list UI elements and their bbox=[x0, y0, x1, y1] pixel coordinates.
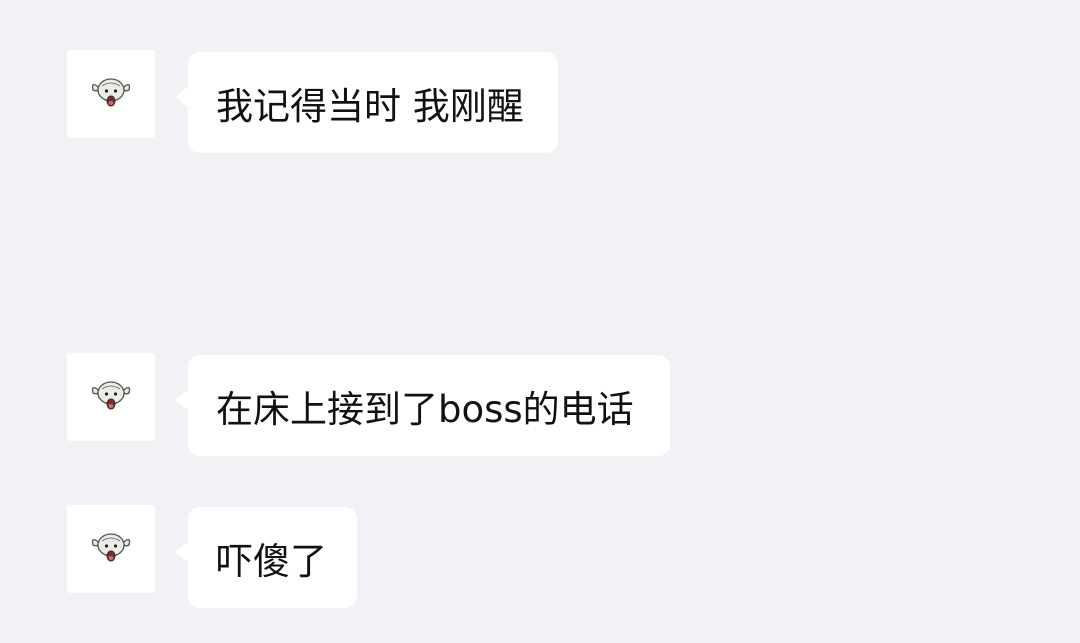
message-bubble[interactable]: 在床上接到了boss的电话 bbox=[175, 355, 670, 456]
chat-messages-area: 我记得当时 我刚醒 在床上接到了boss的电话 吓傻了 bbox=[0, 0, 1080, 643]
message-bubble[interactable]: 吓傻了 bbox=[175, 507, 357, 608]
sheep-avatar-icon bbox=[91, 78, 131, 107]
sheep-avatar-icon bbox=[91, 381, 131, 410]
sheep-avatar-icon bbox=[91, 533, 131, 562]
avatar[interactable] bbox=[67, 353, 155, 441]
avatar[interactable] bbox=[67, 505, 155, 593]
message-bubble[interactable]: 我记得当时 我刚醒 bbox=[175, 52, 558, 153]
avatar[interactable] bbox=[67, 50, 155, 138]
